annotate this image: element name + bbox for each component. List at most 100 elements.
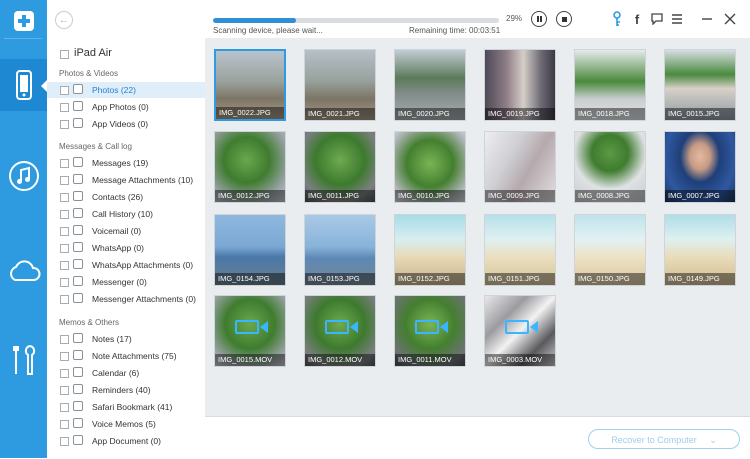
- category-label: Messenger Attachments (0): [92, 294, 196, 304]
- section-messages-calllog: Messages & Call log: [59, 142, 132, 151]
- category-checkbox[interactable]: [60, 403, 69, 412]
- photo-thumbnail[interactable]: IMG_0154.JPG: [214, 214, 286, 286]
- photo-thumbnail[interactable]: IMG_0018.JPG: [574, 49, 646, 121]
- photo-thumbnail[interactable]: IMG_0150.JPG: [574, 214, 646, 286]
- category-label: App Videos (0): [92, 119, 149, 129]
- category-label: Safari Bookmark (41): [92, 402, 173, 412]
- category-checkbox[interactable]: [60, 420, 69, 429]
- thumbnail-caption: IMG_0022.JPG: [216, 107, 284, 119]
- scan-progress-bar: [213, 18, 499, 23]
- left-rail: [0, 0, 48, 458]
- back-button[interactable]: ←: [55, 11, 73, 29]
- top-bar: ← 29% Scanning device, please wait... Re…: [47, 0, 750, 39]
- close-icon[interactable]: [721, 10, 739, 28]
- photo-thumbnail[interactable]: IMG_0152.JPG: [394, 214, 466, 286]
- menu-icon[interactable]: [668, 10, 686, 28]
- thumbnail-caption: IMG_0018.JPG: [575, 108, 645, 120]
- photo-thumbnail[interactable]: IMG_0022.JPG: [214, 49, 286, 121]
- category-checkbox[interactable]: [60, 176, 69, 185]
- photo-thumbnail[interactable]: IMG_0010.JPG: [394, 131, 466, 203]
- video-thumbnail[interactable]: IMG_0012.MOV: [304, 295, 376, 367]
- category-checkbox[interactable]: [60, 261, 69, 270]
- feedback-icon[interactable]: [648, 10, 666, 28]
- category-whatsapp-attachments[interactable]: WhatsApp Attachments (0): [47, 257, 205, 273]
- device-checkbox[interactable]: [60, 50, 69, 59]
- category-checkbox[interactable]: [60, 193, 69, 202]
- music-note-icon: [8, 161, 39, 191]
- category-reminders[interactable]: Reminders (40): [47, 382, 205, 398]
- category-checkbox[interactable]: [60, 437, 69, 446]
- stop-button[interactable]: [556, 11, 572, 27]
- thumbnail-caption: IMG_0011.MOV: [395, 354, 465, 366]
- category-calendar[interactable]: Calendar (6): [47, 365, 205, 381]
- video-thumbnail[interactable]: IMG_0015.MOV: [214, 295, 286, 367]
- video-thumbnail[interactable]: IMG_0011.MOV: [394, 295, 466, 367]
- category-checkbox[interactable]: [60, 103, 69, 112]
- category-voicemail[interactable]: Voicemail (0): [47, 223, 205, 239]
- category-app-videos[interactable]: App Videos (0): [47, 116, 205, 132]
- thumbnail-caption: IMG_0007.JPG: [665, 190, 735, 202]
- arrow-left-icon: ←: [58, 14, 70, 26]
- category-checkbox[interactable]: [60, 159, 69, 168]
- minimize-icon[interactable]: [698, 10, 716, 28]
- pause-button[interactable]: [531, 11, 547, 27]
- thumbnail-caption: IMG_0011.JPG: [305, 190, 375, 202]
- category-label: WhatsApp Attachments (0): [92, 260, 194, 270]
- category-messenger-attachments[interactable]: Messenger Attachments (0): [47, 291, 205, 307]
- photo-thumbnail[interactable]: IMG_0009.JPG: [484, 131, 556, 203]
- category-checkbox[interactable]: [60, 369, 69, 378]
- photo-thumbnail[interactable]: IMG_0007.JPG: [664, 131, 736, 203]
- video-icon: [73, 118, 83, 128]
- category-checkbox[interactable]: [60, 278, 69, 287]
- photo-thumbnail[interactable]: IMG_0153.JPG: [304, 214, 376, 286]
- photo-thumbnail[interactable]: IMG_0008.JPG: [574, 131, 646, 203]
- category-notes[interactable]: Notes (17): [47, 331, 205, 347]
- category-checkbox[interactable]: [60, 352, 69, 361]
- messenger-icon: [73, 276, 83, 286]
- thumbnail-caption: IMG_0015.JPG: [665, 108, 735, 120]
- photo-thumbnail[interactable]: IMG_0020.JPG: [394, 49, 466, 121]
- photo-thumbnail[interactable]: IMG_0149.JPG: [664, 214, 736, 286]
- photo-thumbnail[interactable]: IMG_0151.JPG: [484, 214, 556, 286]
- facebook-icon[interactable]: f: [628, 10, 646, 28]
- rail-itunes-tab[interactable]: [0, 150, 47, 202]
- category-app-document[interactable]: App Document (0): [47, 433, 205, 449]
- category-messages[interactable]: Messages (19): [47, 155, 205, 171]
- section-memos-others: Memos & Others: [59, 318, 120, 327]
- rail-device-tab[interactable]: [0, 59, 48, 111]
- category-contacts[interactable]: Contacts (26): [47, 189, 205, 205]
- photo-thumbnail[interactable]: IMG_0011.JPG: [304, 131, 376, 203]
- category-checkbox[interactable]: [60, 295, 69, 304]
- category-note-attachments[interactable]: Note Attachments (75): [47, 348, 205, 364]
- category-safari-bookmark[interactable]: Safari Bookmark (41): [47, 399, 205, 415]
- category-photos[interactable]: Photos (22): [47, 82, 205, 98]
- category-voice-memos[interactable]: Voice Memos (5): [47, 416, 205, 432]
- message-icon: [73, 157, 83, 167]
- category-checkbox[interactable]: [60, 335, 69, 344]
- category-app-photos[interactable]: App Photos (0): [47, 99, 205, 115]
- category-label: WhatsApp (0): [92, 243, 144, 253]
- bookmark-icon: [73, 401, 83, 411]
- recover-to-computer-button[interactable]: Recover to Computer ⌄: [588, 429, 740, 449]
- scan-percent: 29%: [506, 14, 523, 23]
- rail-tools-tab[interactable]: [0, 334, 47, 386]
- category-label: App Photos (0): [92, 102, 149, 112]
- photo-thumbnail[interactable]: IMG_0012.JPG: [214, 131, 286, 203]
- category-checkbox[interactable]: [60, 210, 69, 219]
- category-checkbox[interactable]: [60, 227, 69, 236]
- photo-thumbnail[interactable]: IMG_0019.JPG: [484, 49, 556, 121]
- category-call-history[interactable]: Call History (10): [47, 206, 205, 222]
- photo-thumbnail[interactable]: IMG_0015.JPG: [664, 49, 736, 121]
- category-checkbox[interactable]: [60, 386, 69, 395]
- thumbnail-caption: IMG_0153.JPG: [305, 273, 375, 285]
- rail-icloud-tab[interactable]: [0, 245, 47, 297]
- photo-thumbnail[interactable]: IMG_0021.JPG: [304, 49, 376, 121]
- video-thumbnail[interactable]: IMG_0003.MOV: [484, 295, 556, 367]
- category-checkbox[interactable]: [60, 120, 69, 129]
- category-whatsapp[interactable]: WhatsApp (0): [47, 240, 205, 256]
- category-checkbox[interactable]: [60, 244, 69, 253]
- category-checkbox[interactable]: [60, 86, 69, 95]
- category-messenger[interactable]: Messenger (0): [47, 274, 205, 290]
- key-icon[interactable]: [608, 10, 626, 28]
- category-message-attachments[interactable]: Message Attachments (10): [47, 172, 205, 188]
